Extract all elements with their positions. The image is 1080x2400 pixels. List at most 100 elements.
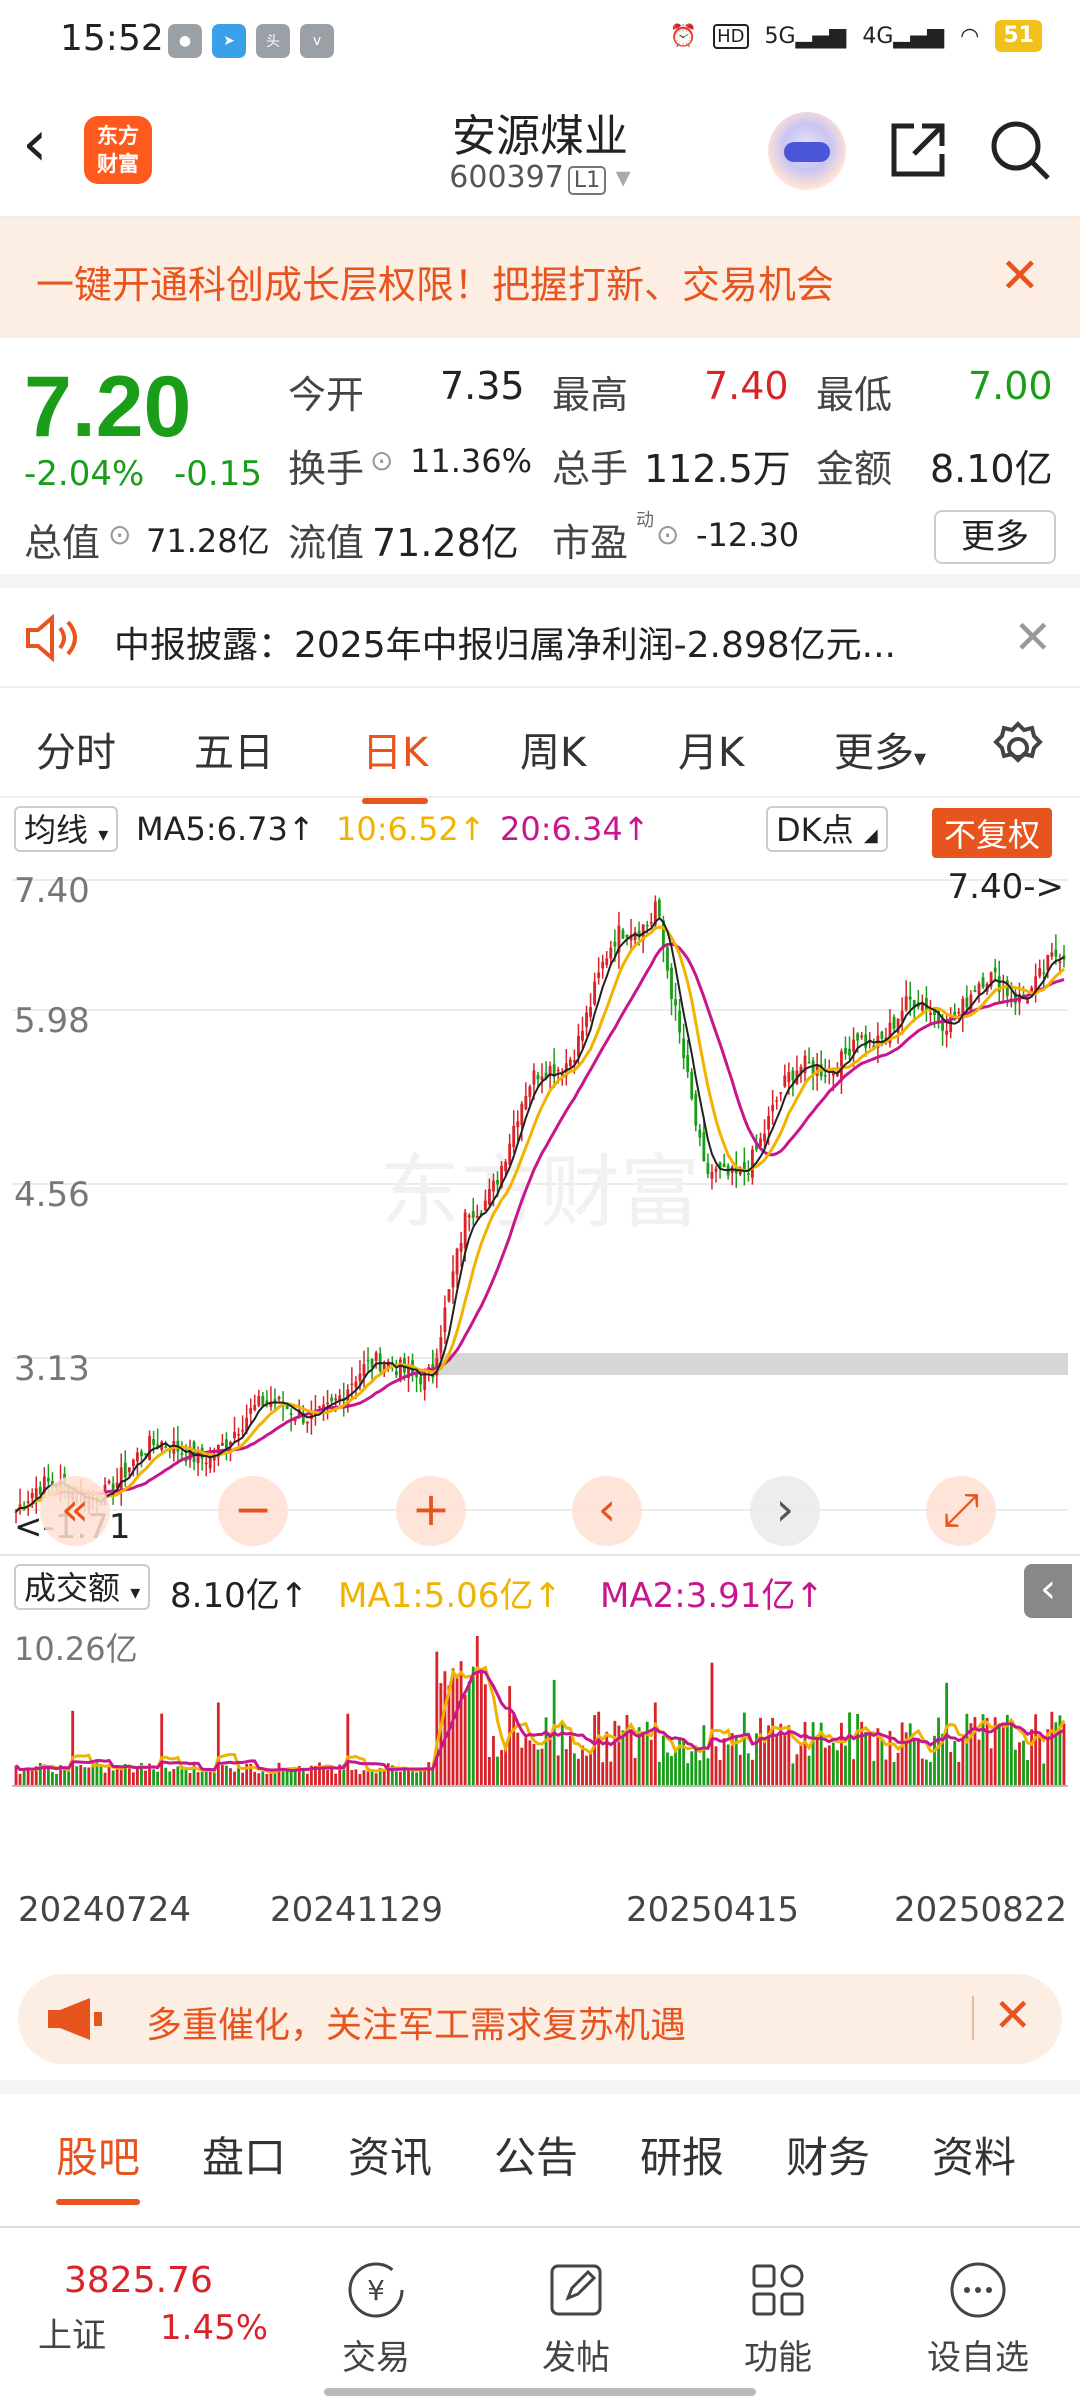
volume-bar	[301, 1768, 305, 1786]
ma-select[interactable]: 均线 ▾	[14, 806, 119, 852]
candle-body	[568, 1059, 572, 1067]
float-label: 流值	[288, 521, 365, 565]
candle-body	[277, 1397, 281, 1400]
tab-research[interactable]: 研报	[640, 2124, 724, 2185]
volume-bar	[204, 1771, 208, 1786]
add-watchlist-button[interactable]: 设自选	[908, 2258, 1048, 2379]
promo-text: 一键开通科创成长层权限！把握打新、交易机会	[36, 263, 835, 307]
tab-intraday[interactable]: 分时	[36, 720, 116, 778]
max-marker: 7.40->	[948, 867, 1064, 907]
expand-icon[interactable]: ⤢	[926, 1476, 996, 1546]
volume-bar	[18, 1773, 22, 1786]
functions-button[interactable]: 功能	[708, 2258, 848, 2379]
tab-more[interactable]: 更多▾	[834, 720, 926, 778]
volume-bar	[896, 1752, 900, 1786]
gear-icon[interactable]	[990, 720, 1046, 776]
candle-body	[657, 899, 661, 917]
kline-chart[interactable]: 东方财富 7.40 5.98 4.56 3.13 7.40-> <-1.71	[0, 860, 1080, 1560]
tab-announcements[interactable]: 公告	[494, 2124, 578, 2185]
tab-finance[interactable]: 财务	[786, 2124, 870, 2185]
ad-banner[interactable]: 多重催化，关注军工需求复苏机遇 ✕	[18, 1974, 1062, 2064]
volume-bar	[233, 1771, 236, 1786]
candle-body	[973, 990, 977, 992]
candle-body	[366, 1359, 370, 1362]
volume-bar	[103, 1772, 107, 1786]
volume-bar	[763, 1741, 766, 1786]
index-value[interactable]: 3825.76	[64, 2260, 213, 2301]
tab-five-day[interactable]: 五日	[194, 720, 274, 778]
ai-robot-icon[interactable]	[768, 112, 846, 190]
volume-bar	[742, 1712, 746, 1786]
candle-body	[856, 1033, 860, 1041]
info-icon[interactable]: ⊙	[108, 518, 131, 551]
more-button[interactable]: 更多	[934, 510, 1056, 564]
trade-button[interactable]: ¥ 交易	[306, 2258, 446, 2379]
volume-bar	[75, 1766, 79, 1786]
status-icons: ⏰ HD 5G▂▄▆ 4G▂▄▆ ◠ 51	[670, 20, 1042, 52]
tab-news[interactable]: 资讯	[348, 2124, 432, 2185]
candle-body	[670, 967, 673, 999]
open-label: 今开	[288, 373, 365, 417]
volume-bar	[1062, 1723, 1066, 1786]
low-label: 最低	[816, 373, 893, 417]
zoom-out-button[interactable]: −	[218, 1476, 288, 1546]
status-time: 15:52	[60, 18, 164, 59]
candle-body	[864, 1034, 868, 1048]
close-icon[interactable]: ✕	[1000, 248, 1040, 304]
prev-button[interactable]: ‹	[572, 1476, 642, 1546]
info-icon[interactable]: ⊙	[370, 444, 393, 477]
share-icon[interactable]	[886, 118, 950, 182]
volume-bar	[670, 1755, 673, 1786]
tab-monthly-k[interactable]: 月K	[678, 720, 744, 778]
candle-body	[775, 1100, 779, 1102]
volume-bar	[475, 1636, 479, 1786]
volume-bar	[483, 1684, 487, 1786]
post-button[interactable]: 发帖	[506, 2258, 646, 2379]
rewind-button[interactable]: «	[40, 1476, 110, 1546]
volume-select[interactable]: 成交额 ▾	[14, 1564, 151, 1610]
volume-bar	[568, 1735, 572, 1786]
dk-point-select[interactable]: DK点 ◢	[766, 806, 888, 852]
tab-guba[interactable]: 股吧	[56, 2124, 141, 2205]
collapse-panel-button[interactable]: ‹	[1024, 1564, 1072, 1618]
kline-chart-area[interactable]: 均线 ▾ MA5:6.73↑ 10:6.52↑ 20:6.34↑ DK点 ◢ 不…	[0, 800, 1080, 1960]
candle-body	[977, 983, 981, 995]
promo-banner[interactable]: 一键开通科创成长层权限！把握打新、交易机会 ✕	[0, 218, 1080, 338]
tab-pankou[interactable]: 盘口	[202, 2124, 286, 2185]
candle-body	[746, 1173, 750, 1175]
zoom-in-button[interactable]: +	[396, 1476, 466, 1546]
volume-y-label: 10.26亿	[14, 1630, 138, 1668]
candle-body	[892, 1016, 896, 1029]
candle-body	[787, 1072, 791, 1083]
search-icon[interactable]	[988, 118, 1052, 182]
volume-bar	[949, 1751, 953, 1786]
next-button[interactable]: ›	[750, 1476, 820, 1546]
candle-body	[148, 1435, 151, 1460]
volume-bar	[119, 1768, 123, 1786]
volume-bar	[908, 1723, 912, 1786]
volume-bar	[718, 1760, 722, 1786]
close-icon[interactable]: ✕	[1013, 610, 1052, 664]
volume-bar	[55, 1773, 58, 1786]
candle-body	[354, 1381, 358, 1388]
adjust-type-button[interactable]: 不复权	[932, 808, 1053, 858]
tab-daily-k[interactable]: 日K	[362, 720, 429, 804]
info-icon[interactable]: ⊙	[656, 518, 679, 551]
candle-body	[609, 947, 613, 959]
wifi-icon: ◠	[960, 23, 980, 49]
tab-profile[interactable]: 资料	[932, 2124, 1016, 2185]
volume-bar	[99, 1766, 103, 1786]
close-icon[interactable]: ✕	[993, 1988, 1032, 2042]
notice-bar[interactable]: 中报披露：2025年中报归属净利润-2.898亿元... ✕	[0, 588, 1080, 688]
volume-bar	[957, 1761, 961, 1786]
candle-body	[674, 999, 677, 1006]
volume-bar	[856, 1713, 860, 1786]
low-value: 7.00	[968, 364, 1053, 408]
candle-body	[904, 996, 908, 1010]
divider	[972, 1996, 974, 2040]
tab-weekly-k[interactable]: 周K	[520, 720, 586, 778]
volume-bar	[83, 1767, 87, 1786]
volume-bar	[289, 1770, 293, 1786]
volume-bar	[900, 1722, 904, 1786]
candle-body	[488, 1188, 491, 1205]
